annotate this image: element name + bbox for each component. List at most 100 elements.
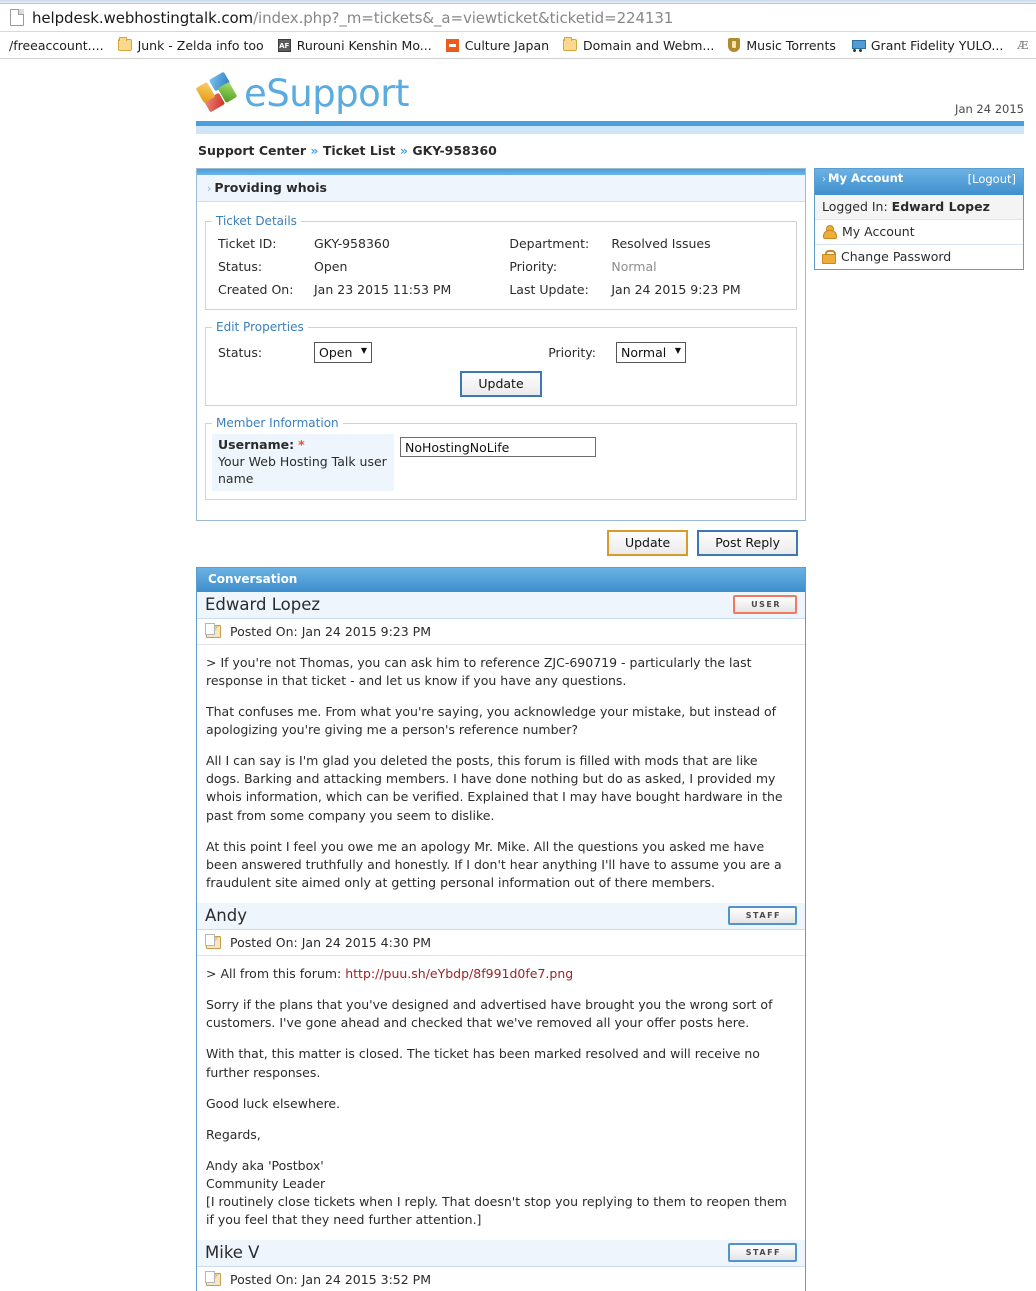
header-accent-bar-light [196, 126, 1024, 134]
status-select[interactable]: Open [314, 342, 372, 363]
ticket-details-legend: Ticket Details [216, 214, 297, 228]
posted-on-date: Jan 24 2015 3:52 PM [301, 1272, 431, 1288]
table-row: Status: Open Priority: Normal [212, 255, 790, 278]
main-column: › Providing whois Ticket Details Ticket I… [196, 168, 806, 1291]
priority-label: Priority: [509, 259, 558, 274]
post-paragraph: With that, this matter is closed. The ti… [206, 1046, 760, 1080]
post-author: Mike V [205, 1243, 260, 1263]
lock-icon [822, 249, 836, 264]
last-update-value: Jan 24 2015 9:23 PM [611, 282, 741, 297]
url-path: /index.php?_m=tickets&_a=viewticket&tick… [253, 8, 674, 27]
site-logo-text: eSupport [244, 71, 410, 115]
user-icon [822, 224, 837, 239]
bookmark-label: /freeaccount.... [9, 37, 104, 53]
post-link[interactable]: http://puu.sh/eYbdp/8f991d0fe7.png [345, 966, 573, 981]
username-input[interactable] [400, 437, 596, 457]
member-information-fieldset: Member Information Username: * Your Web … [205, 416, 797, 500]
ticket-details-table: Ticket ID: GKY-958360 Department: Resolv… [212, 232, 790, 301]
bookmarks-bar[interactable]: /freeaccount.... Junk - Zelda info too A… [0, 32, 1036, 59]
post-reply-button[interactable]: Post Reply [697, 529, 798, 556]
breadcrumb-support-center[interactable]: Support Center [198, 143, 306, 158]
conversation-post: Andy STAFF Posted On: Jan 24 2015 4:30 P… [197, 903, 805, 1241]
edit-priority-cell: Normal [610, 338, 790, 367]
table-row: Status: Open Priority: [212, 338, 790, 367]
ticket-id-value: GKY-958360 [314, 236, 390, 251]
sidebar-item-change-password[interactable]: Change Password [815, 245, 1023, 269]
required-marker: * [298, 437, 305, 452]
af-site-icon: AF [277, 38, 291, 52]
edit-actions: Update [212, 367, 790, 397]
username-hint: Your Web Hosting Talk user name [218, 453, 387, 486]
update-properties-button[interactable]: Update [460, 371, 542, 397]
bookmark-freeaccount[interactable]: /freeaccount.... [0, 34, 111, 56]
conversation-post: Edward Lopez USER Posted On: Jan 24 2015… [197, 591, 805, 903]
post-body: > All from this forum: http://puu.sh/eYb… [197, 956, 805, 1241]
ae-site-icon: Æ [1017, 38, 1028, 52]
post-header: Andy STAFF [197, 903, 805, 930]
my-account-title-text: My Account [828, 171, 904, 185]
status-badge: STAFF [727, 906, 797, 925]
bookmark-culture-japan[interactable]: Culture Japan [439, 34, 556, 56]
my-account-title: › My Account [822, 172, 903, 186]
breadcrumb-separator: » [310, 143, 319, 158]
post-signature-line: Community Leader [206, 1176, 326, 1191]
edit-status-label: Status: [218, 345, 263, 360]
bookmark-audio-excursions[interactable]: Æ Audio Excursions - ... [1010, 34, 1036, 56]
bookmark-label: Culture Japan [464, 37, 550, 53]
priority-select-wrapper[interactable]: Normal [616, 342, 686, 363]
bookmark-label: Junk - Zelda info too [137, 37, 264, 53]
priority-select[interactable]: Normal [616, 342, 686, 363]
address-bar[interactable]: helpdesk.webhostingtalk.com/index.php?_m… [0, 4, 1036, 32]
post-meta: Posted On: Jan 24 2015 4:30 PM [197, 930, 805, 956]
department-value: Resolved Issues [611, 236, 711, 251]
posted-on-date: Jan 24 2015 9:23 PM [301, 623, 431, 639]
post-signature-note: [I routinely close tickets when I reply.… [206, 1194, 787, 1228]
member-information-table: Username: * Your Web Hosting Talk user n… [212, 434, 790, 491]
sidebar-item-my-account[interactable]: My Account [815, 220, 1023, 245]
sidebar-item-label: My Account [842, 224, 915, 239]
my-account-panel: › My Account [Logout] Logged In: Edward L… [814, 168, 1024, 270]
table-row: Created On: Jan 23 2015 11:53 PM Last Up… [212, 278, 790, 301]
bookmark-label: Rurouni Kenshin Mo... [296, 37, 432, 53]
status-badge: USER [733, 594, 797, 614]
ticket-subject-text: Providing whois [214, 180, 327, 195]
status-badge: STAFF [727, 1243, 797, 1263]
content-columns: › Providing whois Ticket Details Ticket I… [196, 168, 1024, 1291]
posted-on-label: Posted On: [230, 623, 298, 639]
status-select-wrapper[interactable]: Open [314, 342, 372, 363]
bookmark-grant-fidelity[interactable]: Grant Fidelity YULO... [843, 34, 1010, 56]
ticket-details-fieldset: Ticket Details Ticket ID: GKY-958360 Dep… [205, 214, 797, 310]
logout-link[interactable]: [Logout] [968, 172, 1016, 186]
bookmark-domain-webmaster[interactable]: Domain and Webm... [556, 34, 721, 56]
post-paragraph: All I can say is I'm glad you deleted th… [206, 753, 783, 823]
ticket-action-row: Update Post Reply [196, 521, 806, 565]
post-header: Edward Lopez USER [197, 591, 805, 619]
post-paragraph: Regards, [206, 1126, 261, 1142]
folder-icon [563, 37, 578, 51]
url-text: helpdesk.webhostingtalk.com/index.php?_m… [32, 9, 673, 27]
logged-in-label: Logged In: [822, 199, 888, 214]
username-label: Username: [218, 437, 295, 452]
quote-prefix: > All from this forum: [206, 966, 346, 981]
update-button[interactable]: Update [606, 529, 689, 556]
conversation-panel: Conversation Edward Lopez USER Posted On… [196, 566, 806, 1291]
ticket-id-label: Ticket ID: [218, 236, 277, 251]
bookmark-junk-zelda[interactable]: Junk - Zelda info too [111, 34, 271, 56]
post-quote-line: > All from this forum: http://puu.sh/eYb… [206, 965, 795, 983]
breadcrumb: Support Center » Ticket List » GKY-95836… [196, 134, 1024, 168]
edit-status-cell: Open [308, 338, 508, 367]
edit-properties-legend: Edit Properties [216, 320, 304, 334]
status-label: Status: [218, 259, 263, 274]
breadcrumb-ticket-list[interactable]: Ticket List [323, 143, 396, 158]
site-header: eSupport Jan 24 2015 [195, 67, 1024, 119]
post-meta: Posted On: Jan 24 2015 9:23 PM [197, 618, 805, 645]
sidebar-item-label: Change Password [841, 249, 952, 264]
ticket-panel: › Providing whois Ticket Details Ticket I… [196, 168, 806, 521]
bookmark-rurouni-kenshin[interactable]: AF Rurouni Kenshin Mo... [271, 34, 439, 56]
breadcrumb-separator: » [399, 143, 408, 158]
bookmark-music-torrents[interactable]: Music Torrents [721, 34, 843, 56]
site-container: eSupport Jan 24 2015 Support Center » Ti… [195, 67, 1024, 1291]
page-content: eSupport Jan 24 2015 Support Center » Ti… [0, 59, 1036, 1291]
table-row: Username: * Your Web Hosting Talk user n… [212, 434, 790, 491]
post-header: Mike V STAFF [197, 1240, 805, 1268]
